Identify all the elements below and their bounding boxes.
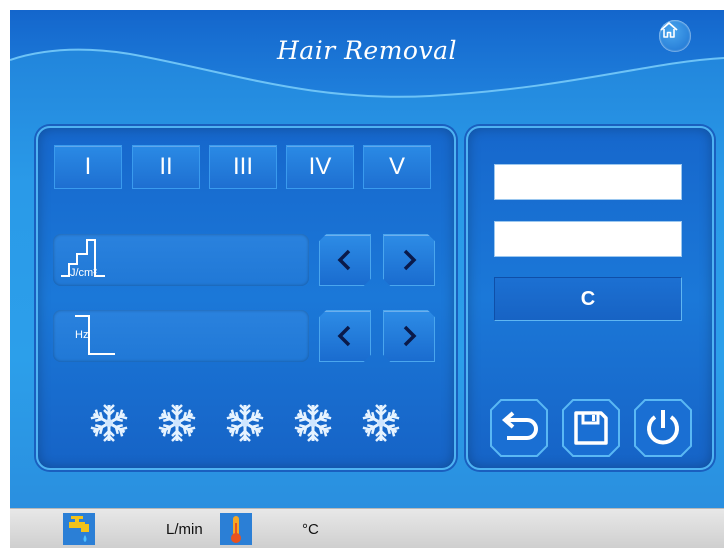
chevron-right-icon: [403, 249, 417, 271]
level-button-5[interactable]: V: [363, 145, 431, 189]
level-button-1[interactable]: I: [54, 145, 122, 189]
main-screen: Hair Removal I II III IV V J/cm² Hz C: [10, 10, 724, 508]
level-button-3[interactable]: III: [209, 145, 277, 189]
chevron-left-icon: [337, 249, 351, 271]
snowflake-icon[interactable]: [156, 402, 198, 444]
undo-icon: [501, 411, 538, 440]
power-button[interactable]: [631, 396, 695, 460]
info-field-2: [494, 221, 682, 257]
snowflake-icon[interactable]: [224, 402, 266, 444]
frequency-increase-button[interactable]: [383, 310, 435, 362]
frequency-decrease-button[interactable]: [319, 310, 371, 362]
snowflake-icon[interactable]: [88, 402, 130, 444]
home-icon: [660, 22, 678, 38]
energy-row: J/cm²: [53, 234, 309, 286]
parameter-panel: I II III IV V J/cm² Hz: [36, 126, 456, 470]
header: Hair Removal: [10, 10, 724, 110]
energy-decrease-button[interactable]: [319, 234, 371, 286]
frequency-row: Hz: [53, 310, 309, 362]
home-button[interactable]: [659, 20, 691, 52]
flow-unit: L/min: [166, 521, 203, 538]
level-button-2[interactable]: II: [132, 145, 200, 189]
thermometer-icon: [220, 513, 252, 545]
energy-unit: J/cm²: [70, 267, 97, 279]
snowflake-icon[interactable]: [360, 402, 402, 444]
status-bar: L/min °C: [10, 508, 724, 548]
save-button[interactable]: [559, 396, 623, 460]
chevron-left-icon: [337, 325, 351, 347]
chevron-right-icon: [403, 325, 417, 347]
save-icon: [574, 411, 608, 445]
page-title: Hair Removal: [277, 36, 457, 65]
power-icon: [647, 410, 679, 445]
level-button-4[interactable]: IV: [286, 145, 354, 189]
frequency-unit: Hz: [75, 329, 89, 341]
temp-unit: °C: [302, 521, 319, 538]
frequency-pulse-icon: [75, 315, 115, 355]
back-button[interactable]: [487, 396, 551, 460]
mode-display: C: [494, 277, 682, 321]
info-field-1: [494, 164, 682, 200]
energy-increase-button[interactable]: [383, 234, 435, 286]
snowflake-icon[interactable]: [292, 402, 334, 444]
info-panel: C: [466, 126, 714, 470]
water-tap-icon: [63, 513, 95, 545]
